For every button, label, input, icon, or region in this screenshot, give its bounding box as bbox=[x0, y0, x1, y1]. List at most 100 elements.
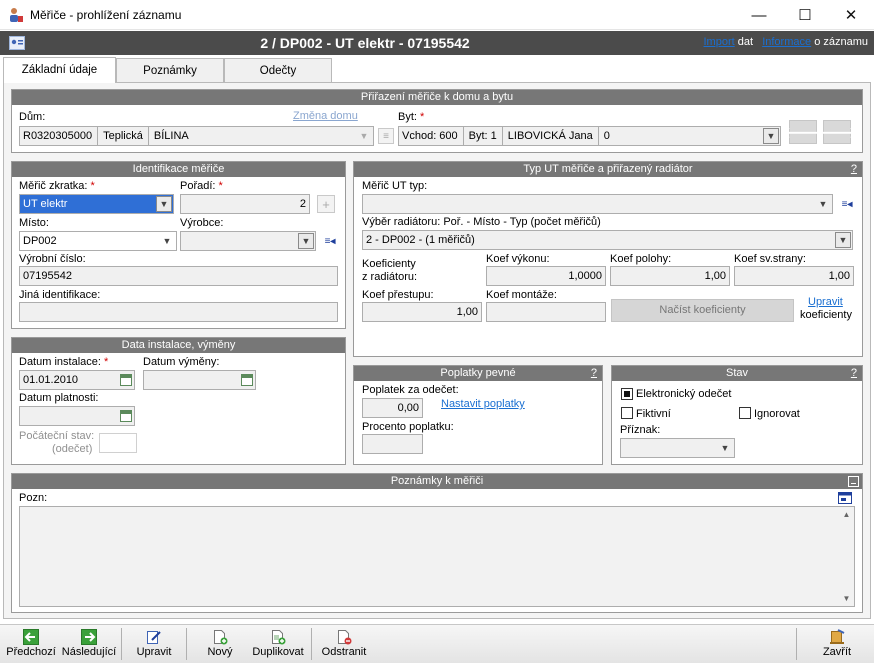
tab-notes[interactable]: Poznámky bbox=[116, 58, 224, 82]
chevron-down-icon: ▼ bbox=[359, 131, 369, 141]
set-fees-link[interactable]: Nastavit poplatky bbox=[441, 398, 525, 410]
order-label: Pořadí: * bbox=[180, 180, 223, 192]
next-button[interactable]: Následující bbox=[60, 627, 118, 661]
serial-input[interactable]: 07195542 bbox=[19, 266, 338, 286]
flat-select[interactable]: Vchod: 600 Byt: 1 LIBOVICKÁ Jana 0 ▼ bbox=[398, 126, 781, 146]
tab-basic[interactable]: Základní údaje bbox=[3, 57, 116, 83]
new-button[interactable]: Nový bbox=[196, 627, 244, 661]
change-house-link[interactable]: Změna domu bbox=[293, 110, 358, 122]
position-coef-input[interactable]: 1,00 bbox=[610, 266, 730, 286]
note-scrollbar[interactable]: ▲ ▼ bbox=[839, 507, 854, 606]
coef-label: Koeficienty bbox=[362, 258, 416, 270]
install-date-input[interactable]: 01.01.2010 bbox=[19, 370, 135, 390]
flag-select[interactable]: ▼ bbox=[620, 438, 735, 458]
title-bar: Měřiče - prohlížení záznamu — ☐ ✕ bbox=[0, 0, 874, 30]
note-textarea[interactable]: ▲ ▼ bbox=[19, 506, 855, 607]
house-list-icon[interactable]: ≡ bbox=[378, 128, 394, 144]
collapse-icon[interactable] bbox=[848, 476, 859, 487]
replace-date-input[interactable] bbox=[143, 370, 256, 390]
toolbar-separator bbox=[186, 628, 187, 660]
expand-window-icon[interactable] bbox=[838, 492, 852, 504]
calendar-icon[interactable] bbox=[241, 374, 253, 386]
state-help[interactable]: ? bbox=[851, 366, 857, 381]
initial-state-input[interactable] bbox=[99, 433, 137, 453]
import-suffix: dat bbox=[737, 36, 754, 48]
calendar-icon[interactable] bbox=[120, 374, 132, 386]
app-icon bbox=[10, 8, 23, 22]
import-link[interactable]: Import bbox=[703, 36, 734, 48]
chevron-down-icon: ▼ bbox=[835, 232, 851, 248]
duplicate-button[interactable]: Duplikovat bbox=[248, 627, 308, 661]
maker-select[interactable]: ▼ bbox=[180, 231, 316, 251]
fee-label: Poplatek za odečet: bbox=[362, 384, 459, 396]
fee-input[interactable]: 0,00 bbox=[362, 398, 423, 418]
fictive-checkbox[interactable] bbox=[621, 407, 633, 419]
ignore-label: Ignorovat bbox=[754, 408, 800, 420]
close-button[interactable]: Zavřít bbox=[812, 627, 862, 661]
toolbar-separator bbox=[796, 628, 797, 660]
flat-label: Byt: * bbox=[398, 111, 425, 123]
place-label: Místo: bbox=[19, 217, 49, 229]
edit-button[interactable]: Upravit bbox=[128, 627, 180, 661]
edit-coefficients-link[interactable]: Upravit bbox=[808, 296, 843, 308]
percent-input[interactable] bbox=[362, 434, 423, 454]
fees-title: Poplatky pevné bbox=[354, 366, 602, 381]
house-select[interactable]: R0320305000 Teplická BÍLINA ▼ bbox=[19, 126, 374, 146]
chevron-down-icon: ▼ bbox=[818, 199, 828, 209]
chevron-down-icon: ▼ bbox=[763, 128, 779, 144]
side-coef-input[interactable]: 1,00 bbox=[734, 266, 854, 286]
electronic-reading-checkbox[interactable] bbox=[621, 388, 633, 400]
load-coefficients-button[interactable]: Načíst koeficienty bbox=[611, 299, 794, 322]
calendar-icon[interactable] bbox=[120, 410, 132, 422]
previous-button[interactable]: Předchozí bbox=[4, 627, 58, 661]
prev-flat-button[interactable]: 🡐 bbox=[782, 120, 824, 144]
minimize-button[interactable]: — bbox=[736, 0, 782, 30]
radiator-select[interactable]: 2 - DP002 - (1 měřičů) ▼ bbox=[362, 230, 853, 250]
scroll-down-icon[interactable]: ▼ bbox=[839, 594, 854, 603]
power-coef-input[interactable]: 1,0000 bbox=[486, 266, 606, 286]
close-window-button[interactable]: ✕ bbox=[828, 0, 874, 30]
meter-type-select[interactable]: ▼ bbox=[362, 194, 833, 214]
place-select[interactable]: DP002 ▼ bbox=[19, 231, 177, 251]
fees-help[interactable]: ? bbox=[591, 366, 597, 381]
maximize-button[interactable]: ☐ bbox=[782, 0, 828, 30]
mount-coef-label: Koef montáže: bbox=[486, 289, 557, 301]
radiator-label: Výběr radiátoru: Poř. - Místo - Typ (poč… bbox=[362, 216, 601, 228]
initial-state-sublabel: (odečet) bbox=[52, 443, 93, 455]
install-date-label: Datum instalace: * bbox=[19, 356, 109, 368]
notes-title: Poznámky k měřiči bbox=[12, 474, 862, 489]
meter-type-help[interactable]: ? bbox=[851, 162, 857, 177]
remove-button[interactable]: Odstranit bbox=[316, 627, 372, 661]
flag-label: Příznak: bbox=[620, 424, 661, 436]
flat-entrance: Vchod: 600 bbox=[402, 127, 464, 145]
maker-label: Výrobce: bbox=[180, 217, 224, 229]
flat-extra: 0 bbox=[603, 130, 610, 142]
next-flat-button[interactable]: 🡒 bbox=[816, 120, 858, 144]
validity-date-input[interactable] bbox=[19, 406, 135, 426]
ignore-checkbox[interactable] bbox=[739, 407, 751, 419]
info-link[interactable]: Informace bbox=[762, 36, 811, 48]
replace-date-label: Datum výměny: bbox=[143, 356, 220, 368]
tab-readings[interactable]: Odečty bbox=[224, 58, 332, 82]
record-title: 2 / DP002 - UT elektr - 07195542 bbox=[260, 35, 470, 51]
state-title: Stav bbox=[612, 366, 862, 381]
other-id-input[interactable] bbox=[19, 302, 338, 322]
scroll-up-icon[interactable]: ▲ bbox=[839, 510, 854, 519]
meter-type-list-icon[interactable]: ≡◂ bbox=[838, 196, 856, 212]
edit-icon bbox=[147, 631, 161, 644]
arrow-right-icon bbox=[81, 629, 97, 645]
short-select[interactable]: UT elektr ▼ bbox=[19, 194, 174, 214]
add-order-button[interactable]: + bbox=[317, 195, 335, 213]
house-code: R0320305000 bbox=[23, 127, 99, 145]
transfer-coef-label: Koef přestupu: bbox=[362, 289, 434, 301]
electronic-reading-label: Elektronický odečet bbox=[636, 388, 732, 400]
install-group: Data instalace, výměny Datum instalace: … bbox=[11, 337, 346, 465]
arrow-left-icon bbox=[23, 629, 39, 645]
install-title: Data instalace, výměny bbox=[12, 338, 345, 353]
position-coef-label: Koef polohy: bbox=[610, 253, 672, 265]
maker-list-icon[interactable]: ≡◂ bbox=[321, 233, 339, 249]
mount-coef-input[interactable] bbox=[486, 302, 606, 322]
order-input[interactable]: 2 bbox=[180, 194, 310, 214]
toolbar-separator bbox=[121, 628, 122, 660]
transfer-coef-input[interactable]: 1,00 bbox=[362, 302, 482, 322]
